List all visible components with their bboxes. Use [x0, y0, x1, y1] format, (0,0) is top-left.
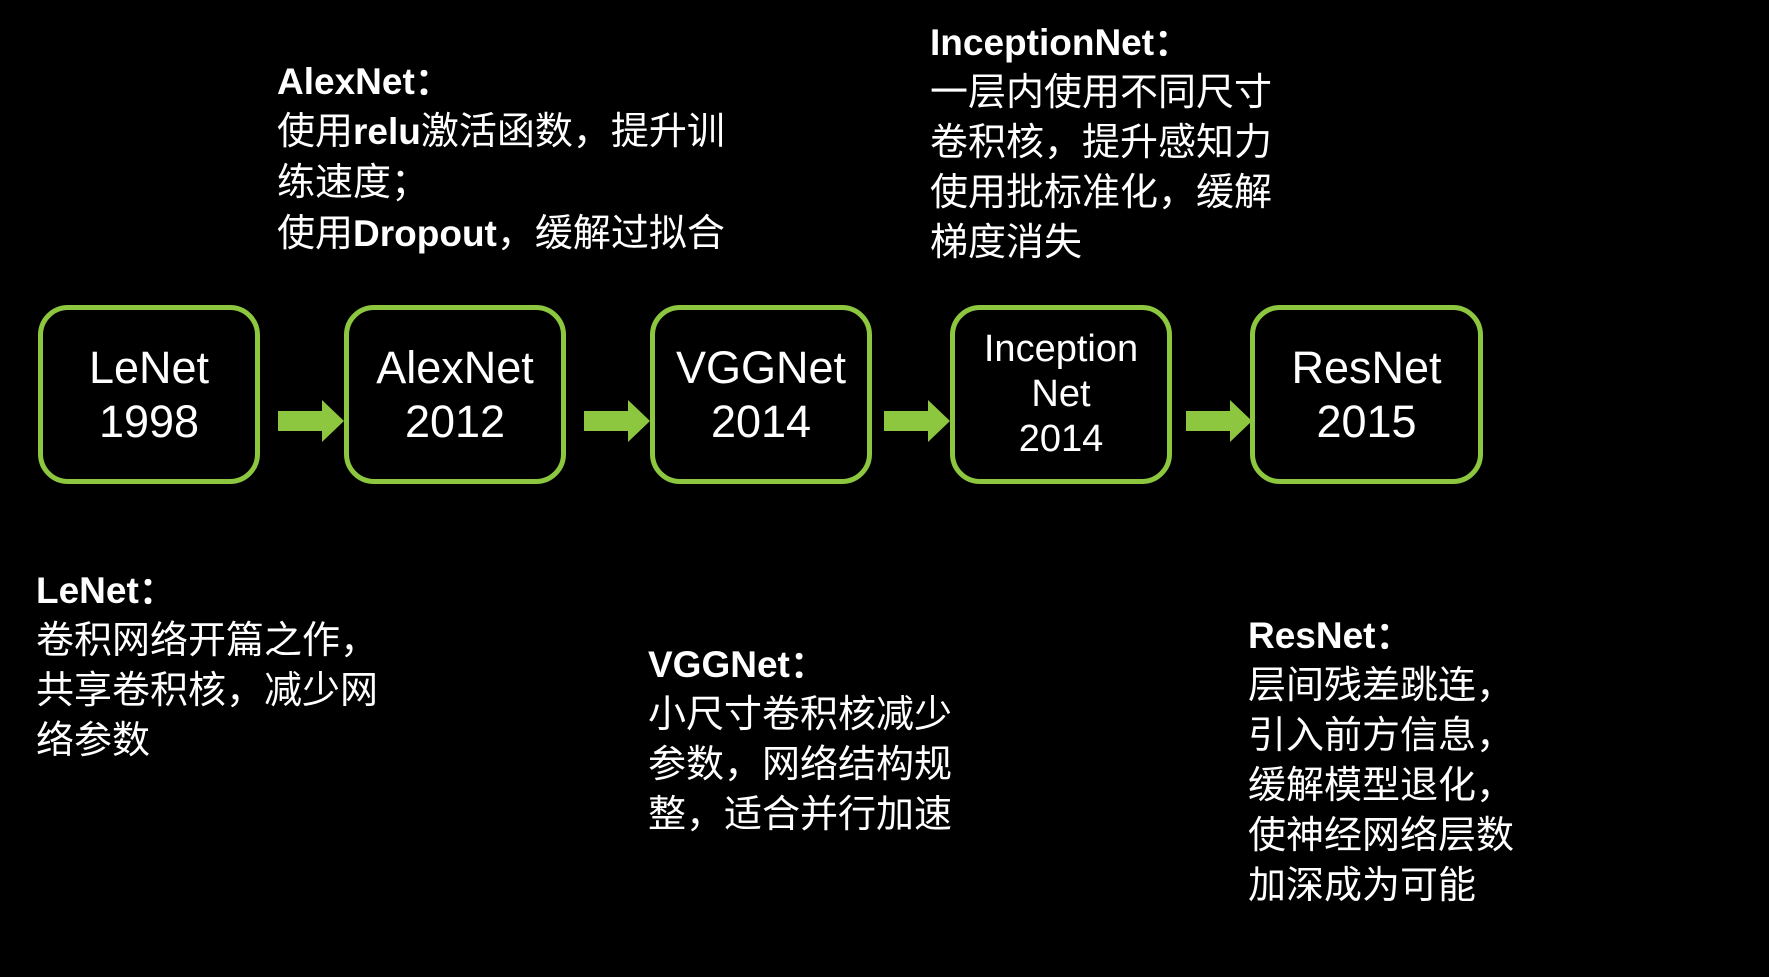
annotation-lenet-line-1: 共享卷积核，减少网 [36, 668, 379, 712]
annotation-alexnet-line-2: 使用Dropout，缓解过拟合 [277, 208, 725, 259]
flow-node-vggnet-name: VGGNet [675, 341, 847, 393]
annotation-inceptionnet-line-2: 使用批标准化，缓解 [930, 170, 1273, 214]
annotation-lenet-header: LeNet： [36, 570, 176, 611]
flow-node-inceptionnet-name: Inception [983, 328, 1139, 370]
annotation-alexnet: AlexNet： 使用relu激活函数，提升训 练速度； 使用Dropout，缓… [277, 57, 725, 259]
flow-node-alexnet-name: AlexNet [376, 341, 534, 393]
flow-arrow-inceptionnet-to-resnet [1186, 400, 1252, 442]
annotation-vggnet-line-1: 参数，网络结构规 [648, 742, 953, 786]
annotation-lenet: LeNet： 卷积网络开篇之作， 共享卷积核，减少网 络参数 [36, 566, 378, 765]
flow-node-vggnet-year: 2014 [710, 395, 812, 447]
flow-node-vggnet[interactable]: VGGNet 2014 [650, 305, 872, 484]
annotation-inceptionnet-line-1: 卷积核，提升感知力 [930, 120, 1273, 164]
text-segment: 使用 [277, 109, 354, 153]
text-segment: 使用 [277, 211, 354, 255]
annotation-vggnet-line-0: 小尺寸卷积核减少 [648, 692, 953, 736]
text-segment: ，缓解过拟合 [496, 211, 725, 255]
annotation-lenet-line-0: 卷积网络开篇之作， [36, 618, 379, 662]
annotation-resnet-line-4: 加深成为可能 [1248, 863, 1477, 907]
flow-node-inceptionnet-year: 2014 [1018, 418, 1104, 460]
flow-node-lenet-year: 1998 [98, 395, 200, 447]
flow-node-lenet[interactable]: LeNet 1998 [38, 305, 260, 484]
text-segment: 练速度； [277, 160, 430, 204]
annotation-alexnet-line-0: 使用relu激活函数，提升训 [277, 106, 725, 157]
slide-canvas: AlexNet： 使用relu激活函数，提升训 练速度； 使用Dropout，缓… [0, 0, 1769, 977]
flow-node-alexnet-year: 2012 [404, 395, 506, 447]
annotation-resnet: ResNet： 层间残差跳连， 引入前方信息， 缓解模型退化， 使神经网络层数 … [1248, 611, 1514, 910]
annotation-resnet-line-0: 层间残差跳连， [1248, 663, 1515, 707]
annotation-vggnet-header: VGGNet： [648, 644, 827, 685]
text-segment-latin: relu [353, 111, 421, 152]
flow-arrow-lenet-to-alexnet [278, 400, 344, 442]
flow-node-inceptionnet-name2: Net [1031, 373, 1091, 415]
annotation-resnet-line-3: 使神经网络层数 [1248, 813, 1515, 857]
annotation-vggnet-line-2: 整，适合并行加速 [648, 792, 953, 836]
annotation-resnet-line-2: 缓解模型退化， [1248, 763, 1515, 807]
flow-arrow-alexnet-to-vggnet [584, 400, 650, 442]
flow-arrow-vggnet-to-inceptionnet [884, 400, 950, 442]
annotation-vggnet: VGGNet： 小尺寸卷积核减少 参数，网络结构规 整，适合并行加速 [648, 640, 952, 839]
annotation-inceptionnet-header: InceptionNet： [930, 22, 1192, 63]
annotation-inceptionnet: InceptionNet： 一层内使用不同尺寸 卷积核，提升感知力 使用批标准化… [930, 18, 1272, 267]
annotation-alexnet-line-1: 练速度； [277, 157, 725, 208]
annotation-inceptionnet-line-0: 一层内使用不同尺寸 [930, 70, 1273, 114]
flow-node-resnet[interactable]: ResNet 2015 [1250, 305, 1483, 484]
annotation-lenet-line-2: 络参数 [36, 718, 151, 762]
flow-node-lenet-name: LeNet [88, 341, 210, 393]
annotation-alexnet-header: AlexNet： [277, 61, 452, 102]
flow-node-resnet-name: ResNet [1291, 341, 1442, 393]
text-segment: 激活函数，提升训 [420, 109, 725, 153]
network-timeline-flow: LeNet 1998 AlexNet 2012 VGGNet 2014 Ince… [0, 305, 1769, 495]
annotation-inceptionnet-line-3: 梯度消失 [930, 220, 1083, 264]
flow-node-alexnet[interactable]: AlexNet 2012 [344, 305, 566, 484]
flow-node-inceptionnet[interactable]: Inception Net 2014 [950, 305, 1172, 484]
annotation-resnet-line-1: 引入前方信息， [1248, 713, 1515, 757]
flow-node-resnet-year: 2015 [1316, 395, 1417, 447]
text-segment-latin: Dropout [353, 213, 497, 254]
annotation-resnet-header: ResNet： [1248, 615, 1413, 656]
